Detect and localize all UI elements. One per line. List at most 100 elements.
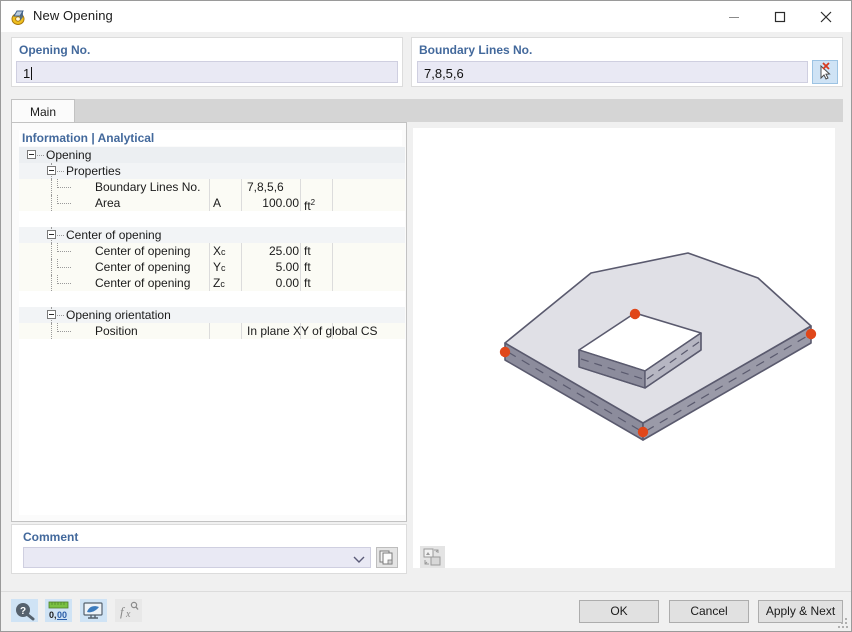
units-button[interactable]: 0, 00 bbox=[45, 599, 72, 622]
tree-row[interactable]: Opening bbox=[19, 147, 405, 163]
tree-connector bbox=[57, 251, 71, 253]
tree-row-label: Position bbox=[95, 324, 138, 338]
tab-main[interactable]: Main bbox=[11, 99, 76, 123]
tree-row[interactable]: Center of opening Zc 0.00 ft bbox=[19, 275, 405, 291]
3d-model-preview[interactable] bbox=[413, 128, 835, 568]
tree-expander-collapse-icon[interactable] bbox=[47, 230, 56, 239]
tree-connector bbox=[51, 259, 53, 275]
boundary-lines-input[interactable]: 7,8,5,6 bbox=[417, 61, 808, 83]
tree-connector bbox=[57, 259, 59, 268]
pick-lines-button[interactable] bbox=[812, 60, 838, 84]
tree-row-symbol: A bbox=[213, 196, 222, 210]
minimize-icon bbox=[729, 16, 739, 18]
boundary-lines-value: 7,8,5,6 bbox=[424, 66, 464, 81]
column-divider bbox=[241, 179, 242, 195]
tree-row[interactable]: Center of opening Xc 25.00 ft bbox=[19, 243, 405, 259]
tree-connector bbox=[57, 203, 71, 205]
tree-connector bbox=[51, 195, 53, 211]
tree-connector bbox=[57, 235, 64, 237]
tree-connector bbox=[57, 179, 59, 188]
display-button[interactable] bbox=[80, 599, 107, 622]
tree-connector bbox=[51, 275, 53, 291]
tree-row[interactable]: Center of opening bbox=[19, 227, 405, 243]
tree-expander-collapse-icon[interactable] bbox=[47, 166, 56, 175]
tree-row-value[interactable]: 0.00 bbox=[243, 275, 302, 291]
tree-connector bbox=[51, 323, 53, 339]
tree-connector bbox=[57, 283, 71, 285]
column-divider bbox=[209, 179, 210, 195]
tree-row-symbol: Zc bbox=[213, 276, 225, 290]
tree-row-label: Properties bbox=[66, 164, 121, 178]
tree-row-value[interactable]: 25.00 bbox=[243, 243, 302, 259]
maximize-button[interactable] bbox=[757, 1, 803, 32]
tree-row[interactable]: Opening orientation bbox=[19, 307, 405, 323]
tree-empty-area bbox=[19, 339, 405, 515]
node-point bbox=[629, 308, 641, 320]
cancel-button[interactable]: Cancel bbox=[669, 600, 749, 623]
resize-grip[interactable] bbox=[838, 618, 848, 628]
boundary-lines-label: Boundary Lines No. bbox=[419, 43, 533, 57]
view-settings-icon bbox=[423, 548, 441, 566]
tree-connector bbox=[57, 243, 59, 252]
tree-row-unit: ft bbox=[304, 276, 311, 290]
tree-expander-collapse-icon[interactable] bbox=[47, 310, 56, 319]
apply-next-button[interactable]: Apply & Next bbox=[758, 600, 843, 623]
tree-spacer-row bbox=[19, 291, 405, 307]
decimal-places-icon: 0, 00 bbox=[48, 601, 69, 620]
tab-strip: Main bbox=[11, 99, 843, 123]
comment-input[interactable] bbox=[23, 547, 371, 568]
view-settings-button[interactable] bbox=[420, 546, 445, 568]
tree-spacer-row bbox=[19, 211, 405, 227]
tree-row-unit: ft bbox=[304, 260, 311, 274]
close-icon bbox=[820, 11, 832, 22]
tree-row[interactable]: Position In plane XY of global CS bbox=[19, 323, 405, 339]
tree-row-label: Area bbox=[95, 196, 121, 210]
tree-row-value[interactable]: 7,8,5,6 bbox=[243, 179, 405, 195]
opening-icon bbox=[10, 8, 27, 25]
chevron-down-icon[interactable] bbox=[353, 553, 365, 567]
tree-row-symbol: Xc bbox=[213, 244, 226, 258]
tree-connector bbox=[57, 331, 71, 333]
maximize-icon bbox=[774, 11, 786, 22]
node-point bbox=[637, 426, 649, 438]
tree-connector bbox=[57, 267, 71, 269]
tree-row-value[interactable]: 5.00 bbox=[243, 259, 302, 275]
opening-no-label: Opening No. bbox=[19, 43, 91, 57]
new-opening-dialog: New Opening Opening No. 1 Boundary Lines… bbox=[0, 0, 852, 632]
tree-row-symbol: Yc bbox=[213, 260, 226, 274]
copy-icon bbox=[379, 550, 393, 565]
tree-connector bbox=[57, 323, 59, 332]
tree-row-value[interactable]: 100.00 bbox=[243, 195, 302, 211]
tree-row[interactable]: Area A 100.00 ft2 bbox=[19, 195, 405, 213]
opening-no-value: 1 bbox=[23, 66, 31, 81]
column-divider bbox=[241, 323, 242, 339]
property-tree[interactable]: Opening Properties Boundary Lines No. 7,8,5… bbox=[19, 147, 405, 515]
tree-connector bbox=[57, 315, 64, 317]
tree-row-label: Center of opening bbox=[95, 244, 191, 258]
comment-copy-button[interactable] bbox=[376, 547, 398, 568]
tree-connector bbox=[57, 171, 64, 173]
tree-row[interactable]: Center of opening Yc 5.00 ft bbox=[19, 259, 405, 275]
svg-text:x: x bbox=[125, 609, 131, 620]
svg-text:?: ? bbox=[20, 606, 26, 617]
tree-row-unit: ft bbox=[304, 244, 311, 258]
svg-text:0,: 0, bbox=[49, 610, 57, 620]
tree-expander-collapse-icon[interactable] bbox=[27, 150, 36, 159]
node-point bbox=[805, 328, 817, 340]
close-button[interactable] bbox=[803, 1, 849, 32]
minimize-button[interactable] bbox=[711, 1, 757, 32]
comment-label: Comment bbox=[23, 530, 79, 544]
tree-connector bbox=[37, 155, 44, 157]
text-caret bbox=[31, 67, 33, 80]
tree-row[interactable]: Properties bbox=[19, 163, 405, 179]
tree-connector bbox=[57, 187, 71, 189]
tree-row[interactable]: Boundary Lines No. 7,8,5,6 bbox=[19, 179, 405, 195]
help-button[interactable]: ? bbox=[11, 599, 38, 622]
tree-row-value[interactable]: In plane XY of global CS bbox=[243, 323, 405, 339]
opening-no-input[interactable]: 1 bbox=[16, 61, 398, 83]
tree-row-label: Boundary Lines No. bbox=[95, 180, 201, 194]
tree-connector bbox=[51, 243, 53, 259]
monitor-icon bbox=[83, 602, 103, 619]
question-mark-icon: ? bbox=[16, 603, 35, 621]
ok-button[interactable]: OK bbox=[579, 600, 659, 623]
